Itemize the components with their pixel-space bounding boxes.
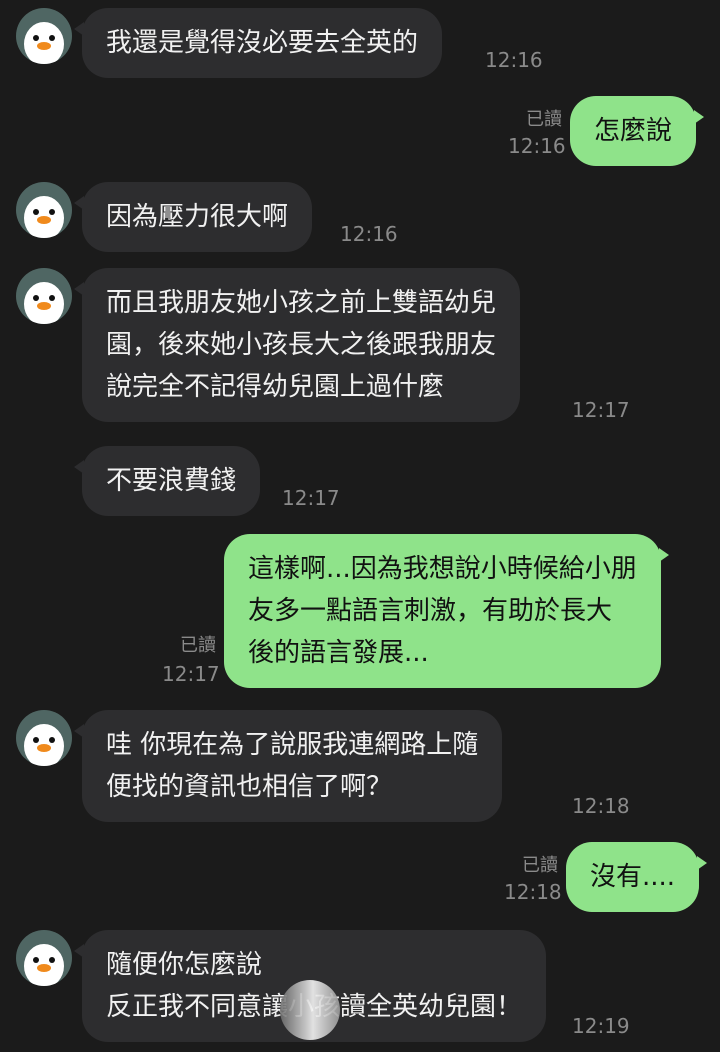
- message-time: 12:16: [340, 222, 398, 246]
- message-text: 因為壓力很大啊: [106, 202, 289, 232]
- penguin-icon: [24, 724, 64, 766]
- message-text: 園，後來她小孩長大之後跟我朋友: [106, 330, 497, 360]
- message-text: 不要浪費錢: [106, 466, 237, 496]
- redaction-blur: [280, 980, 340, 1040]
- penguin-icon: [24, 22, 64, 64]
- message-text: 沒有....: [590, 862, 676, 892]
- message-time: 12:17: [282, 486, 340, 510]
- message-time: 12:16: [485, 48, 543, 72]
- message-text: 便找的資訊也相信了啊？: [106, 772, 393, 802]
- message-time: 12:19: [572, 1014, 630, 1038]
- message-bubble[interactable]: 因為壓力很大啊: [73, 182, 313, 252]
- avatar[interactable]: [16, 8, 72, 64]
- message-bubble[interactable]: 沒有....: [566, 842, 708, 912]
- message-text: 這樣啊...因為我想說小時候給小朋: [248, 554, 637, 584]
- read-receipt: 已讀: [522, 855, 558, 876]
- message-text: 友多一點語言刺激，有助於長大: [248, 596, 613, 626]
- read-receipt: 已讀: [526, 109, 562, 130]
- penguin-icon: [24, 282, 64, 324]
- read-receipt: 已讀: [180, 635, 216, 656]
- message-time: 12:17: [162, 662, 220, 686]
- message-text: 哇 你現在為了說服我連網路上隨: [106, 730, 479, 760]
- message-bubble[interactable]: 哇 你現在為了說服我連網路上隨 便找的資訊也相信了啊？: [73, 710, 503, 822]
- message-time: 12:16: [508, 134, 566, 158]
- message-text: 而且我朋友她小孩之前上雙語幼兒: [106, 288, 497, 318]
- avatar[interactable]: [16, 710, 72, 766]
- avatar[interactable]: [16, 182, 72, 238]
- message-time: 12:18: [504, 880, 562, 904]
- message-bubble[interactable]: 不要浪費錢: [73, 446, 261, 516]
- message-text: 我還是覺得沒必要去全英的: [106, 28, 419, 58]
- message-time: 12:18: [572, 794, 630, 818]
- message-bubble[interactable]: 而且我朋友她小孩之前上雙語幼兒 園，後來她小孩長大之後跟我朋友 說完全不記得幼兒…: [73, 268, 521, 422]
- message-text: 說完全不記得幼兒園上過什麼: [106, 372, 445, 402]
- message-text: 後的語言發展...: [248, 638, 429, 668]
- avatar[interactable]: [16, 930, 72, 986]
- message-bubble[interactable]: 這樣啊...因為我想說小時候給小朋 友多一點語言刺激，有助於長大 後的語言發展.…: [224, 534, 669, 688]
- penguin-icon: [24, 196, 64, 238]
- message-text: 怎麼說: [594, 116, 673, 146]
- message-bubble[interactable]: 怎麼說: [570, 96, 705, 166]
- penguin-icon: [24, 944, 64, 986]
- message-bubble[interactable]: 我還是覺得沒必要去全英的: [73, 8, 443, 78]
- message-time: 12:17: [572, 398, 630, 422]
- avatar[interactable]: [16, 268, 72, 324]
